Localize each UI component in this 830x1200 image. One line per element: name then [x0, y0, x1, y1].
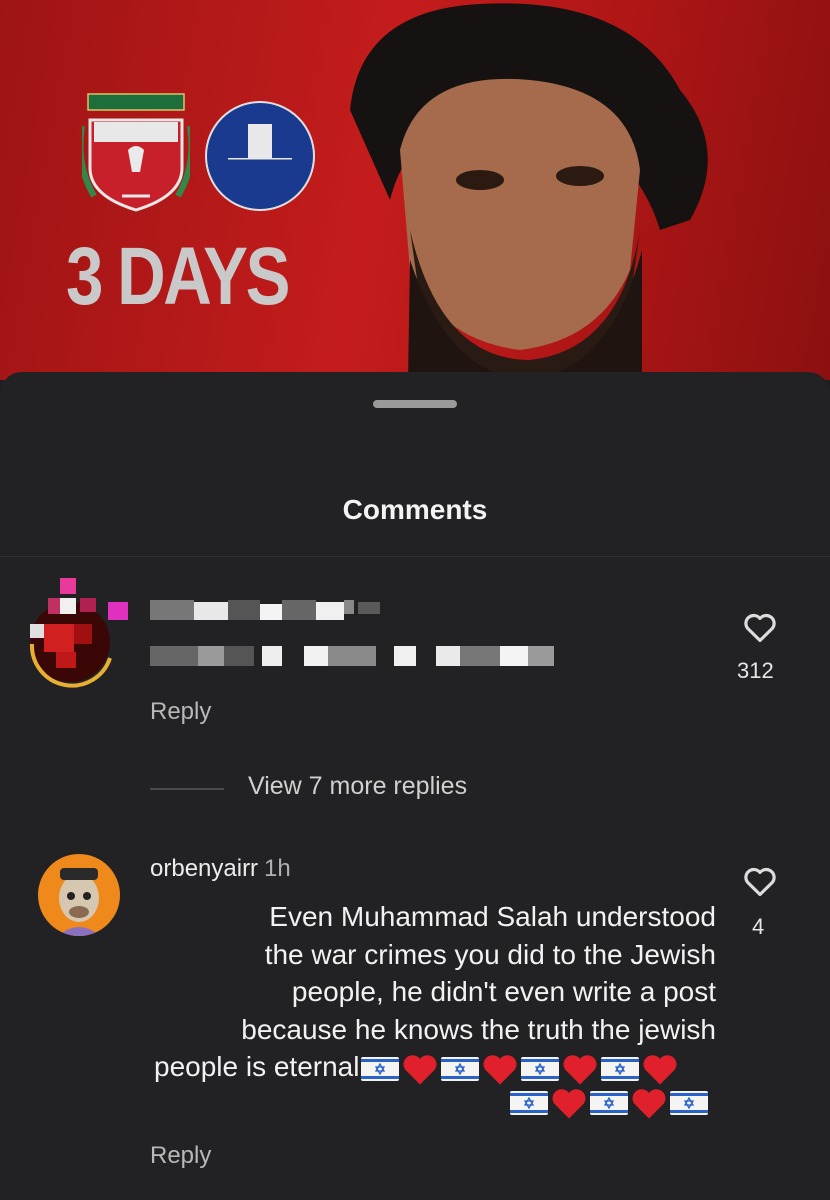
- everton-crest-logo: [205, 101, 315, 211]
- red-heart-emoji: [564, 1054, 597, 1085]
- israel-flag-emoji: [601, 1056, 640, 1081]
- red-heart-emoji: [632, 1089, 666, 1119]
- red-heart-emoji: [484, 1054, 517, 1085]
- sheet-title: Comments: [342, 494, 488, 525]
- drag-handle[interactable]: [373, 400, 457, 408]
- reply-button[interactable]: Reply: [150, 1142, 211, 1170]
- red-heart-emoji: [644, 1054, 677, 1085]
- header-divider: [0, 556, 830, 557]
- heart-outline-icon[interactable]: [741, 608, 779, 646]
- redacted-comment-text: [150, 646, 554, 666]
- comment-line: Even Muhammad Salah understood: [269, 901, 716, 932]
- player-photo: [350, 3, 708, 380]
- comment-line: people is eternal: [154, 1051, 360, 1082]
- red-heart-emoji: [552, 1089, 586, 1119]
- comment-author[interactable]: orbenyairr 1h: [150, 855, 291, 883]
- israel-flag-emoji: [361, 1056, 400, 1081]
- emoji-row: [508, 1086, 709, 1120]
- heart-outline-icon[interactable]: [741, 862, 779, 900]
- view-replies-line: [150, 788, 224, 790]
- reply-button[interactable]: Reply: [150, 698, 211, 726]
- avatar[interactable]: [26, 574, 130, 692]
- red-heart-emoji: [404, 1054, 437, 1085]
- comment-line: because he knows the truth the jewish: [241, 1013, 716, 1045]
- post-banner-image: 3 DAYS: [0, 0, 830, 380]
- comment-line: people, he didn't even write a post: [291, 976, 716, 1007]
- avatar[interactable]: [38, 854, 120, 936]
- israel-flag-emoji: [441, 1056, 480, 1081]
- timestamp: 1h: [264, 855, 291, 882]
- countdown-text: 3 DAYS: [66, 231, 290, 322]
- israel-flag-emoji: [590, 1091, 628, 1115]
- comment-last-line: people is eternal: [140, 1048, 716, 1086]
- username[interactable]: orbenyairr: [150, 855, 258, 882]
- view-more-replies-button[interactable]: View 7 more replies: [248, 772, 467, 801]
- like-count: 312: [737, 658, 774, 683]
- comment-line: the war crimes you did to the Jewish: [264, 938, 716, 970]
- israel-flag-emoji: [510, 1091, 548, 1115]
- ape-avatar-icon: [58, 868, 100, 936]
- redacted-username: [150, 600, 380, 620]
- like-count: 4: [752, 914, 765, 939]
- comment-text: Even Muhammad Salah understood the war c…: [140, 898, 716, 1086]
- israel-flag-emoji: [670, 1091, 708, 1115]
- liverpool-crest-logo: [82, 93, 190, 212]
- israel-flag-emoji: [521, 1056, 560, 1081]
